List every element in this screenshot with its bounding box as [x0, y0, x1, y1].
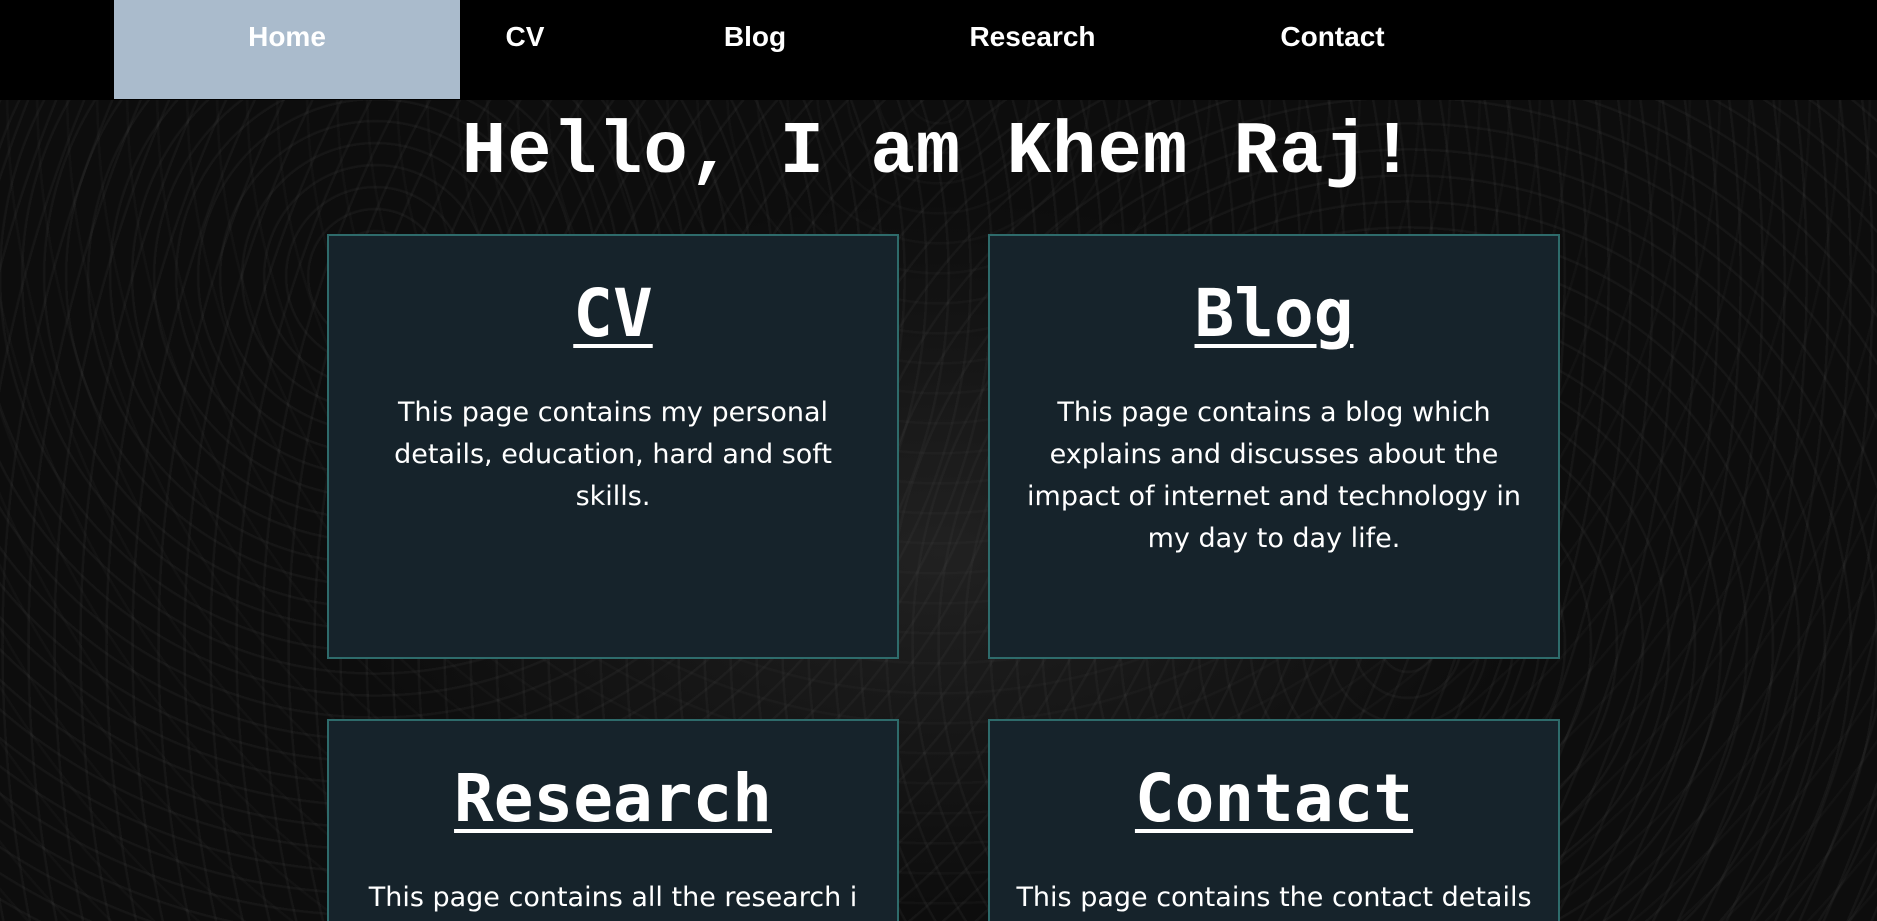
top-navbar: Home CV Blog Research Contact: [0, 0, 1877, 100]
nav-blog-link[interactable]: Blog: [680, 0, 830, 99]
research-card: Research This page contains all the rese…: [327, 719, 899, 921]
nav-home-link[interactable]: Home: [114, 0, 460, 99]
contact-card: Contact This page contains the contact d…: [988, 719, 1560, 921]
page-title: Hello, I am Khem Raj!: [461, 111, 1416, 195]
nav-cv-link[interactable]: CV: [460, 0, 590, 99]
blog-card: Blog This page contains a blog which exp…: [988, 234, 1560, 659]
cv-card-description: This page contains my personal details, …: [394, 397, 832, 512]
blog-card-description: This page contains a blog which explains…: [1027, 397, 1521, 554]
nav-research-link[interactable]: Research: [930, 0, 1135, 99]
blog-card-title-link[interactable]: Blog: [990, 274, 1558, 354]
contact-card-description: This page contains the contact details: [1016, 882, 1532, 913]
research-card-description: This page contains all the research i: [368, 882, 858, 913]
cv-card-title-link[interactable]: CV: [329, 274, 897, 354]
contact-card-title-link[interactable]: Contact: [990, 759, 1558, 839]
cv-card: CV This page contains my personal detail…: [327, 234, 899, 659]
research-card-title-link[interactable]: Research: [329, 759, 897, 839]
nav-contact-link[interactable]: Contact: [1235, 0, 1430, 99]
